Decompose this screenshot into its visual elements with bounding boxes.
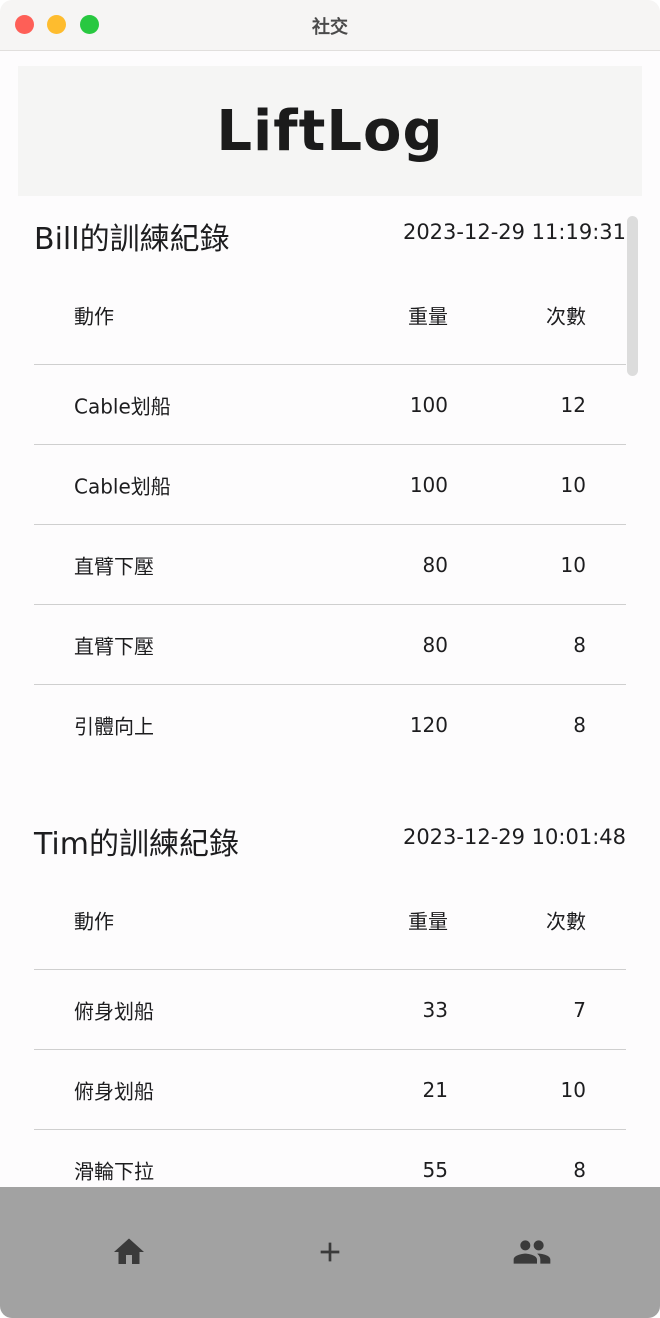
column-header-weight: 重量 — [408, 909, 448, 934]
column-header-exercise: 動作 — [74, 909, 114, 934]
table-row: 俯身划船 21 10 — [34, 1050, 626, 1130]
exercise-reps: 8 — [573, 1157, 586, 1182]
table-row: Cable划船 100 12 — [34, 365, 626, 445]
exercise-table: 動作 重量 次數 Cable划船 100 12 Cable划船 100 10 直… — [34, 266, 626, 764]
table-row: 俯身划船 33 7 — [34, 970, 626, 1050]
column-header-exercise: 動作 — [74, 304, 114, 329]
column-header-reps: 次數 — [546, 909, 586, 934]
nav-social-button[interactable] — [507, 1227, 557, 1277]
exercise-reps: 7 — [573, 997, 586, 1022]
table-header-row: 動作 重量 次數 — [34, 266, 626, 365]
exercise-name: Cable划船 — [74, 394, 171, 418]
session-header: Bill的訓練紀錄 2023-12-29 11:19:31 — [34, 196, 626, 266]
exercise-name: Cable划船 — [74, 474, 171, 498]
exercise-name: 滑輪下拉 — [74, 1159, 154, 1183]
exercise-weight: 80 — [422, 632, 448, 657]
session-timestamp: 2023-12-29 11:19:31 — [402, 220, 626, 244]
nav-home-button[interactable] — [104, 1227, 154, 1277]
table-row: 滑輪下拉 55 8 — [34, 1130, 626, 1187]
table-header-row: 動作 重量 次數 — [34, 871, 626, 970]
workout-session-card: Bill的訓練紀錄 2023-12-29 11:19:31 動作 重量 次數 C… — [34, 196, 626, 764]
plus-icon — [320, 1242, 340, 1262]
app-window: 社交 LiftLog Bill的訓練紀錄 2023-12-29 11:19:31… — [0, 0, 660, 1318]
feed-scroll-area[interactable]: Bill的訓練紀錄 2023-12-29 11:19:31 動作 重量 次數 C… — [0, 196, 660, 1187]
column-header-weight: 重量 — [408, 304, 448, 329]
scrollbar-thumb[interactable] — [627, 216, 638, 376]
exercise-weight: 80 — [422, 552, 448, 577]
exercise-reps: 10 — [560, 472, 586, 497]
session-timestamp: 2023-12-29 10:01:48 — [402, 825, 626, 849]
app-header: LiftLog — [18, 66, 642, 196]
exercise-name: 直臂下壓 — [74, 554, 154, 578]
table-row: 直臂下壓 80 10 — [34, 525, 626, 605]
people-icon — [513, 1240, 551, 1264]
exercise-weight: 21 — [422, 1077, 448, 1102]
exercise-name: 俯身划船 — [74, 1079, 154, 1103]
exercise-weight: 55 — [422, 1157, 448, 1182]
home-icon — [114, 1238, 144, 1264]
column-header-reps: 次數 — [546, 304, 586, 329]
exercise-weight: 33 — [422, 997, 448, 1022]
table-row: Cable划船 100 10 — [34, 445, 626, 525]
exercise-table: 動作 重量 次數 俯身划船 33 7 俯身划船 21 10 滑輪下拉 55 8 — [34, 871, 626, 1187]
workout-session-card: Tim的訓練紀錄 2023-12-29 10:01:48 動作 重量 次數 俯身… — [34, 801, 626, 1187]
exercise-name: 俯身划船 — [74, 999, 154, 1023]
exercise-weight: 100 — [409, 392, 448, 417]
exercise-reps: 10 — [560, 1077, 586, 1102]
exercise-name: 直臂下壓 — [74, 634, 154, 658]
session-title: Tim的訓練紀錄 — [34, 827, 239, 862]
table-row: 直臂下壓 80 8 — [34, 605, 626, 685]
session-header: Tim的訓練紀錄 2023-12-29 10:01:48 — [34, 801, 626, 871]
title-bar: 社交 — [0, 0, 660, 51]
exercise-weight: 100 — [409, 472, 448, 497]
app-title: LiftLog — [216, 99, 444, 164]
exercise-name: 引體向上 — [74, 714, 154, 738]
exercise-weight: 120 — [409, 712, 448, 737]
table-row: 引體向上 120 8 — [34, 685, 626, 764]
session-title: Bill的訓練紀錄 — [34, 222, 230, 257]
exercise-reps: 8 — [573, 632, 586, 657]
exercise-reps: 10 — [560, 552, 586, 577]
bottom-navigation-bar — [0, 1187, 660, 1318]
exercise-reps: 12 — [560, 392, 586, 417]
window-title: 社交 — [312, 17, 348, 38]
nav-add-button[interactable] — [305, 1227, 355, 1277]
exercise-reps: 8 — [573, 712, 586, 737]
